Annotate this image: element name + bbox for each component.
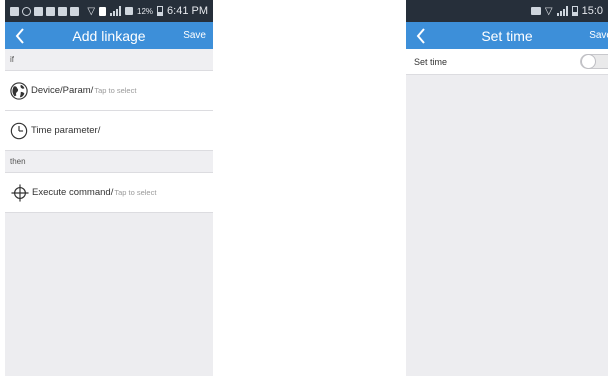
toggle-knob bbox=[581, 54, 596, 69]
app-icon-3 bbox=[70, 6, 79, 16]
signal-icon bbox=[556, 6, 568, 16]
message-icon bbox=[10, 6, 19, 16]
save-button[interactable]: Save bbox=[589, 30, 608, 41]
page-title: Add linkage bbox=[72, 27, 146, 44]
execute-command-hint: Tap to select bbox=[114, 188, 157, 197]
page-title: Set time bbox=[481, 27, 533, 44]
mute-icon bbox=[530, 7, 541, 15]
battery-percent: 12% bbox=[137, 6, 154, 16]
chevron-left-icon bbox=[416, 27, 425, 44]
save-button[interactable]: Save bbox=[183, 30, 206, 41]
battery-icon bbox=[571, 6, 578, 16]
top-toolbar: Add linkage Save bbox=[5, 22, 213, 49]
clock-time: 15:0 bbox=[581, 5, 603, 17]
crosshair-icon bbox=[11, 183, 29, 202]
add-linkage-screen: ▽ 12% 6:41 PM Add linkage Save if Device… bbox=[5, 0, 213, 376]
sim-icon bbox=[99, 6, 107, 16]
execute-command-row[interactable]: Execute command / Tap to select bbox=[5, 173, 213, 213]
set-time-toggle[interactable] bbox=[580, 54, 608, 69]
separator: / bbox=[90, 85, 94, 96]
back-button[interactable] bbox=[5, 22, 31, 49]
clock-icon bbox=[10, 122, 28, 139]
execute-command-label: Execute command bbox=[32, 187, 111, 198]
status-bar: ▽ 12% 6:41 PM bbox=[5, 0, 213, 22]
device-param-hint: Tap to select bbox=[94, 86, 137, 95]
clock-time: 6:41 PM bbox=[167, 5, 208, 17]
time-parameter-label: Time parameter/ bbox=[31, 125, 101, 136]
separator: / bbox=[110, 187, 114, 198]
wifi-icon: ▽ bbox=[87, 5, 96, 17]
section-if: if bbox=[5, 49, 213, 71]
app-icon-2 bbox=[58, 6, 67, 16]
time-parameter-row[interactable]: Time parameter/ bbox=[5, 111, 213, 151]
gallery-icon bbox=[34, 6, 43, 16]
notification-icons bbox=[10, 6, 79, 16]
set-time-label: Set time bbox=[414, 56, 448, 67]
search-notification-icon bbox=[22, 6, 31, 16]
set-time-row: Set time bbox=[406, 49, 608, 75]
globe-icon bbox=[10, 81, 28, 100]
battery-icon bbox=[157, 6, 164, 16]
device-param-row[interactable]: Device/Param / Tap to select bbox=[5, 71, 213, 111]
section-then: then bbox=[5, 151, 213, 173]
app-icon-1 bbox=[46, 6, 55, 16]
status-bar: ▽ 15:0 bbox=[406, 0, 608, 22]
wifi-icon: ▽ bbox=[544, 5, 553, 17]
back-button[interactable] bbox=[406, 22, 432, 49]
data-icon bbox=[125, 7, 134, 15]
set-time-screen: ▽ 15:0 Set time Save Set time bbox=[406, 0, 608, 376]
top-toolbar: Set time Save bbox=[406, 22, 608, 49]
signal-icon bbox=[110, 6, 122, 16]
device-param-label: Device/Param bbox=[31, 85, 91, 96]
chevron-left-icon bbox=[15, 27, 24, 44]
